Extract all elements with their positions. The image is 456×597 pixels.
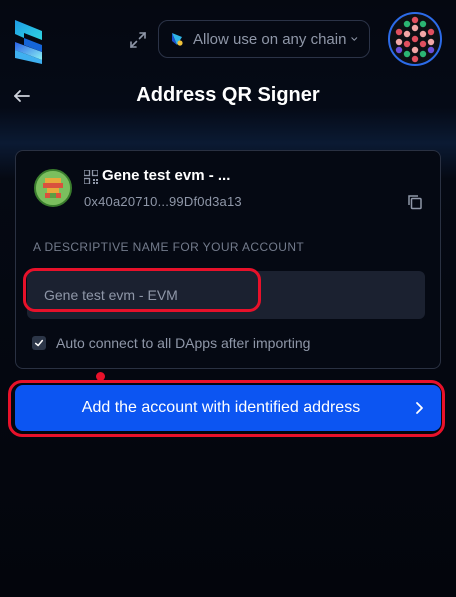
expand-icon[interactable]	[128, 30, 148, 50]
network-icon	[172, 33, 183, 46]
auto-connect-checkbox[interactable]	[32, 336, 46, 350]
chain-selector-label: Allow use on any chain	[193, 30, 347, 48]
auto-connect-option[interactable]: Auto connect to all DApps after importin…	[32, 335, 310, 351]
add-account-button[interactable]: Add the account with identified address	[15, 385, 441, 431]
account-address: 0x40a20710...99Df0d3a13	[84, 194, 242, 209]
annotation-marker	[96, 372, 105, 381]
chain-selector[interactable]: Allow use on any chain	[158, 20, 370, 58]
top-bar: Allow use on any chain	[0, 0, 456, 80]
chevron-down-icon	[351, 37, 358, 41]
page-title: Address QR Signer	[136, 84, 320, 106]
account-avatar-button[interactable]	[388, 12, 442, 66]
account-avatar	[34, 169, 72, 207]
check-icon	[34, 339, 44, 347]
pixel-avatar-icon	[36, 171, 70, 205]
identicon-avatar-icon	[395, 16, 435, 63]
account-name: Gene test evm - ...	[102, 167, 231, 184]
qr-icon	[84, 170, 98, 184]
subwallet-logo-icon[interactable]	[12, 16, 46, 64]
account-name-input[interactable]	[27, 271, 425, 319]
account-card: Gene test evm - ... 0x40a20710...99Df0d3…	[15, 150, 441, 369]
name-field-label: A DESCRIPTIVE NAME FOR YOUR ACCOUNT	[33, 240, 305, 254]
copy-icon[interactable]	[406, 193, 424, 211]
auto-connect-label: Auto connect to all DApps after importin…	[56, 335, 311, 351]
add-account-button-label: Add the account with identified address	[81, 399, 361, 416]
chevron-right-icon	[416, 402, 423, 414]
